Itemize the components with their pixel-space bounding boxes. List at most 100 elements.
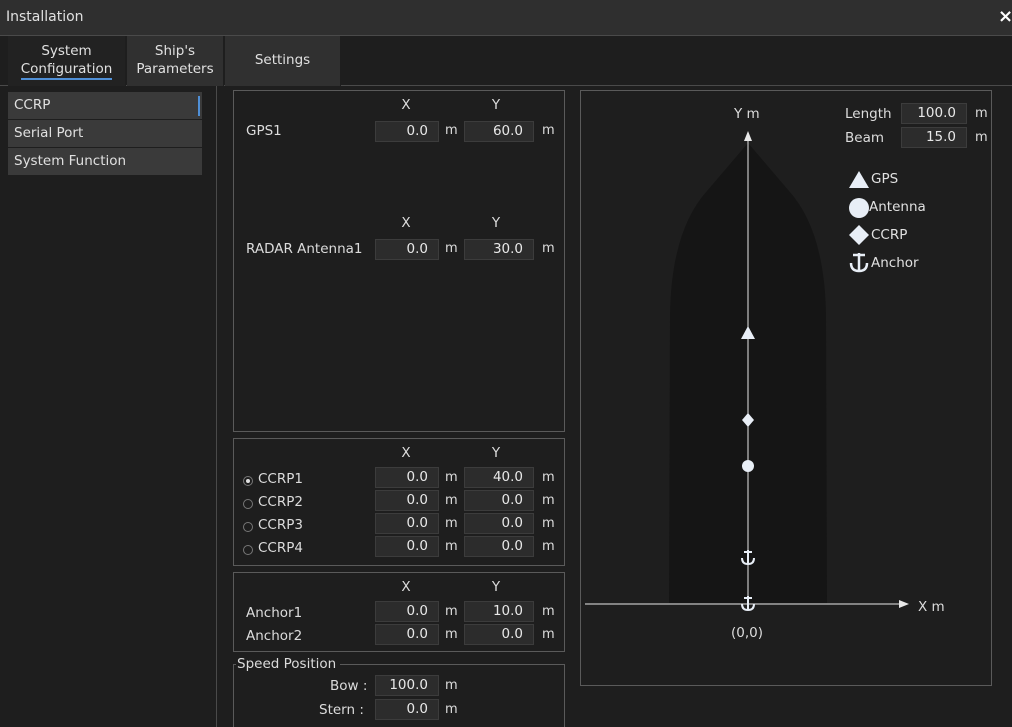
ship-diagram-panel: Y m X m (0,0) Length 100.0 m Beam 15.0 m… bbox=[580, 90, 992, 686]
unit-label: m bbox=[542, 627, 555, 642]
tab-label-line1: Ship's bbox=[154, 43, 196, 59]
sidebar: CCRP Serial Port System Function bbox=[8, 92, 202, 176]
y-axis-arrow-icon bbox=[744, 131, 752, 141]
unit-label: m bbox=[445, 604, 458, 619]
ccrp2-radio[interactable] bbox=[243, 499, 253, 509]
ccrp4-y-field[interactable]: 0.0 bbox=[464, 536, 534, 557]
ccrp3-y-field[interactable]: 0.0 bbox=[464, 513, 534, 534]
unit-label: m bbox=[542, 516, 555, 531]
y-header: Y bbox=[491, 579, 501, 595]
beam-label: Beam bbox=[845, 130, 884, 146]
x-header: X bbox=[401, 97, 411, 113]
divider bbox=[216, 86, 217, 727]
title-bar: Installation × bbox=[0, 0, 1012, 36]
unit-label: m bbox=[542, 539, 555, 554]
x-axis-arrow-icon bbox=[899, 600, 909, 608]
ccrp2-label: CCRP2 bbox=[258, 494, 303, 510]
y-header: Y bbox=[491, 215, 501, 231]
antenna-y-field[interactable]: 30.0 bbox=[464, 239, 534, 260]
sidebar-item-ccrp[interactable]: CCRP bbox=[8, 92, 202, 120]
unit-label: m bbox=[445, 627, 458, 642]
unit-label: m bbox=[445, 516, 458, 531]
unit-label: m bbox=[445, 493, 458, 508]
unit-label: m bbox=[542, 123, 555, 138]
unit-label: m bbox=[542, 493, 555, 508]
sidebar-item-serial-port[interactable]: Serial Port bbox=[8, 120, 202, 148]
tab-label: Settings bbox=[254, 52, 311, 68]
unit-label: m bbox=[445, 241, 458, 256]
close-icon[interactable]: × bbox=[998, 7, 1012, 27]
ccrp3-label: CCRP3 bbox=[258, 517, 303, 533]
legend-anchor: Anchor bbox=[871, 255, 919, 271]
tab-system-configuration-label: System Configuration bbox=[8, 42, 125, 80]
antenna-label: RADAR Antenna1 bbox=[246, 241, 363, 257]
ccrp2-y-field[interactable]: 0.0 bbox=[464, 490, 534, 511]
origin-label: (0,0) bbox=[731, 625, 764, 641]
ccrp1-y-field[interactable]: 40.0 bbox=[464, 467, 534, 488]
tab-system-configuration[interactable]: System Configuration bbox=[8, 36, 126, 86]
ccrp-panel: X Y CCRP1 0.0 m 40.0 m CCRP2 0.0 m 0.0 m… bbox=[233, 438, 565, 566]
y-axis-label: Y m bbox=[734, 106, 760, 122]
stern-field[interactable]: 0.0 bbox=[375, 699, 439, 720]
gps1-label: GPS1 bbox=[246, 123, 282, 139]
antenna-x-field[interactable]: 0.0 bbox=[375, 239, 439, 260]
anchor-icon bbox=[849, 253, 869, 273]
circle-icon bbox=[849, 198, 869, 218]
speed-position-group: Speed Position Bow : 100.0 m Stern : 0.0… bbox=[233, 656, 565, 727]
unit-label: m bbox=[975, 106, 988, 121]
ccrp4-x-field[interactable]: 0.0 bbox=[375, 536, 439, 557]
speed-position-title: Speed Position bbox=[236, 656, 341, 672]
anchor2-label: Anchor2 bbox=[246, 628, 303, 644]
anchor2-x-field[interactable]: 0.0 bbox=[375, 624, 439, 645]
diamond-icon bbox=[849, 225, 869, 245]
unit-label: m bbox=[542, 470, 555, 485]
length-field[interactable]: 100.0 bbox=[901, 103, 967, 124]
ccrp4-radio[interactable] bbox=[243, 545, 253, 555]
ship-diagram bbox=[585, 131, 909, 612]
ccrp3-radio[interactable] bbox=[243, 522, 253, 532]
tab-label-line1: System bbox=[41, 43, 92, 59]
anchor2-y-field[interactable]: 0.0 bbox=[464, 624, 534, 645]
anchor1-label: Anchor1 bbox=[246, 605, 303, 621]
x-header: X bbox=[401, 445, 411, 461]
gps1-y-field[interactable]: 60.0 bbox=[464, 121, 534, 142]
bow-label: Bow : bbox=[330, 678, 368, 694]
beam-field[interactable]: 15.0 bbox=[901, 127, 967, 148]
ccrp1-radio[interactable] bbox=[243, 476, 253, 486]
tab-settings[interactable]: Settings bbox=[225, 36, 341, 86]
unit-label: m bbox=[445, 123, 458, 138]
y-header: Y bbox=[491, 97, 501, 113]
gps1-x-field[interactable]: 0.0 bbox=[375, 121, 439, 142]
legend-gps: GPS bbox=[871, 171, 899, 187]
anchor-panel: X Y Anchor1 0.0 m 10.0 m Anchor2 0.0 m 0… bbox=[233, 572, 565, 652]
unit-label: m bbox=[542, 241, 555, 256]
unit-label: m bbox=[445, 470, 458, 485]
x-header: X bbox=[401, 215, 411, 231]
ccrp1-x-field[interactable]: 0.0 bbox=[375, 467, 439, 488]
length-label: Length bbox=[845, 106, 892, 122]
ccrp1-label: CCRP1 bbox=[258, 471, 303, 487]
tab-label-line2: Parameters bbox=[136, 61, 214, 77]
y-header: Y bbox=[491, 445, 501, 461]
sidebar-item-system-function[interactable]: System Function bbox=[8, 148, 202, 176]
x-axis-label: X m bbox=[918, 599, 945, 615]
tab-bar: System Configuration Ship's Parameters S… bbox=[0, 36, 1012, 86]
legend-antenna: Antenna bbox=[869, 199, 926, 215]
window-title: Installation bbox=[6, 9, 84, 25]
tab-ships-parameters[interactable]: Ship's Parameters bbox=[127, 36, 224, 86]
sensor-position-panel: X Y GPS1 0.0 m 60.0 m X Y RADAR Antenna1… bbox=[233, 90, 565, 432]
unit-label: m bbox=[542, 604, 555, 619]
anchor1-y-field[interactable]: 10.0 bbox=[464, 601, 534, 622]
ccrp4-label: CCRP4 bbox=[258, 540, 303, 556]
anchor1-x-field[interactable]: 0.0 bbox=[375, 601, 439, 622]
ccrp2-x-field[interactable]: 0.0 bbox=[375, 490, 439, 511]
unit-label: m bbox=[445, 702, 458, 717]
x-header: X bbox=[401, 579, 411, 595]
antenna-marker-icon bbox=[742, 460, 754, 472]
ccrp3-x-field[interactable]: 0.0 bbox=[375, 513, 439, 534]
legend-ccrp: CCRP bbox=[871, 227, 908, 243]
installation-window: Installation × System Configuration Ship… bbox=[0, 0, 1012, 727]
unit-label: m bbox=[445, 678, 458, 693]
bow-field[interactable]: 100.0 bbox=[375, 675, 439, 696]
stern-label: Stern : bbox=[319, 702, 364, 718]
